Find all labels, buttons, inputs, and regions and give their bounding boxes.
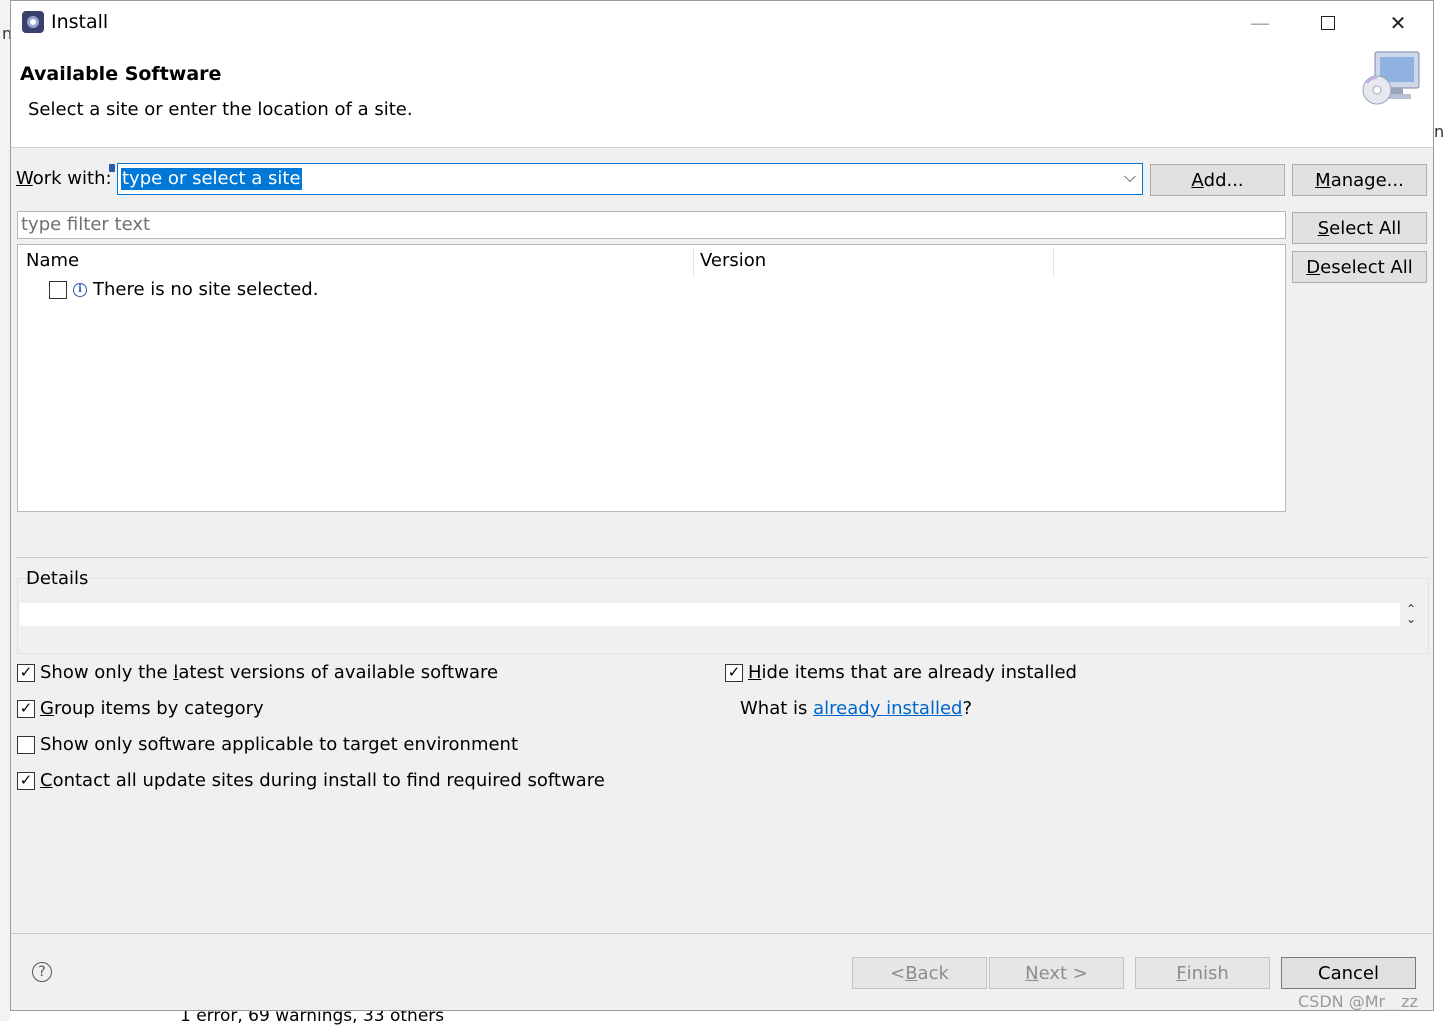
add-button[interactable]: Add... bbox=[1150, 164, 1285, 196]
option-contact-checkbox[interactable]: ✓ bbox=[17, 771, 35, 790]
option-group-checkbox[interactable]: ✓ bbox=[17, 699, 35, 718]
option-hide-installed[interactable]: ✓ Hide items that are already installed bbox=[725, 662, 1077, 683]
tree-row[interactable]: i There is no site selected. bbox=[49, 279, 318, 300]
page-title: Available Software bbox=[20, 63, 222, 85]
column-version-header[interactable]: Version bbox=[700, 250, 766, 271]
option-group-label: Group items by category bbox=[40, 698, 264, 719]
close-icon: ✕ bbox=[1389, 11, 1407, 35]
option-group-by-category[interactable]: ✓ Group items by category bbox=[17, 698, 264, 719]
next-button[interactable]: Next > bbox=[989, 957, 1124, 989]
watermark: CSDN @Mr__zz bbox=[1298, 992, 1418, 1011]
install-dialog: Install — ✕ Available Software Select a … bbox=[10, 0, 1434, 1011]
deselect-all-button[interactable]: Deselect All bbox=[1292, 251, 1427, 283]
background-fragment-right: n bbox=[1434, 122, 1444, 141]
window-title: Install bbox=[51, 11, 109, 33]
option-hide-label: Hide items that are already installed bbox=[748, 662, 1077, 683]
column-divider[interactable] bbox=[1053, 248, 1054, 278]
option-latest-versions[interactable]: ✓ Show only the latest versions of avail… bbox=[17, 662, 498, 683]
option-hide-checkbox[interactable]: ✓ bbox=[725, 663, 743, 682]
work-with-label: Work with: bbox=[16, 168, 112, 189]
splitter[interactable] bbox=[16, 557, 1428, 558]
chevron-down-icon[interactable]: ⌵ bbox=[1124, 167, 1136, 187]
finish-button[interactable]: Finish bbox=[1135, 957, 1270, 989]
option-contact-label: Contact all update sites during install … bbox=[40, 770, 605, 791]
tree-row-label: There is no site selected. bbox=[93, 279, 319, 300]
page-description: Select a site or enter the location of a… bbox=[28, 99, 413, 120]
what-is-installed-text: What is already installed? bbox=[740, 698, 973, 719]
option-contact-update-sites[interactable]: ✓ Contact all update sites during instal… bbox=[17, 770, 605, 791]
option-applicable-target[interactable]: Show only software applicable to target … bbox=[17, 734, 518, 755]
cancel-button[interactable]: Cancel bbox=[1281, 957, 1416, 989]
work-with-value[interactable]: type or select a site bbox=[121, 168, 302, 190]
software-tree[interactable]: Name Version i There is no site selected… bbox=[17, 244, 1286, 512]
filter-input[interactable]: type filter text bbox=[17, 211, 1286, 239]
close-button[interactable]: ✕ bbox=[1363, 1, 1433, 45]
title-bar[interactable]: Install — ✕ bbox=[11, 1, 1433, 45]
option-applicable-checkbox[interactable] bbox=[17, 735, 35, 754]
minimize-button[interactable]: — bbox=[1225, 1, 1295, 45]
option-applicable-label: Show only software applicable to target … bbox=[40, 734, 519, 755]
option-latest-checkbox[interactable]: ✓ bbox=[17, 663, 35, 682]
manage-button[interactable]: Manage... bbox=[1292, 164, 1427, 196]
tree-row-checkbox[interactable] bbox=[49, 280, 67, 299]
eclipse-icon bbox=[22, 11, 44, 33]
back-button[interactable]: < Back bbox=[852, 957, 987, 989]
details-scroll-arrows-icon[interactable]: ⌃ ⌄ bbox=[1406, 603, 1416, 625]
footer-separator bbox=[11, 933, 1433, 934]
details-label: Details bbox=[26, 568, 89, 589]
details-text-area[interactable] bbox=[20, 603, 1400, 626]
column-divider[interactable] bbox=[693, 248, 694, 278]
content-assist-icon bbox=[109, 164, 115, 172]
maximize-button[interactable] bbox=[1293, 1, 1363, 45]
select-all-button[interactable]: Select All bbox=[1292, 212, 1427, 244]
wizard-header: Available Software Select a site or ente… bbox=[11, 45, 1433, 148]
help-icon[interactable]: ? bbox=[32, 962, 52, 982]
column-name-header[interactable]: Name bbox=[26, 250, 79, 271]
info-icon: i bbox=[73, 282, 87, 297]
already-installed-link[interactable]: already installed bbox=[813, 698, 962, 719]
maximize-icon bbox=[1321, 16, 1335, 30]
work-with-combo[interactable]: type or select a site ⌵ bbox=[117, 163, 1143, 195]
install-monitor-cd-icon bbox=[1362, 51, 1420, 105]
background-editor-strip bbox=[0, 0, 10, 1021]
option-latest-label: Show only the latest versions of availab… bbox=[40, 662, 499, 683]
